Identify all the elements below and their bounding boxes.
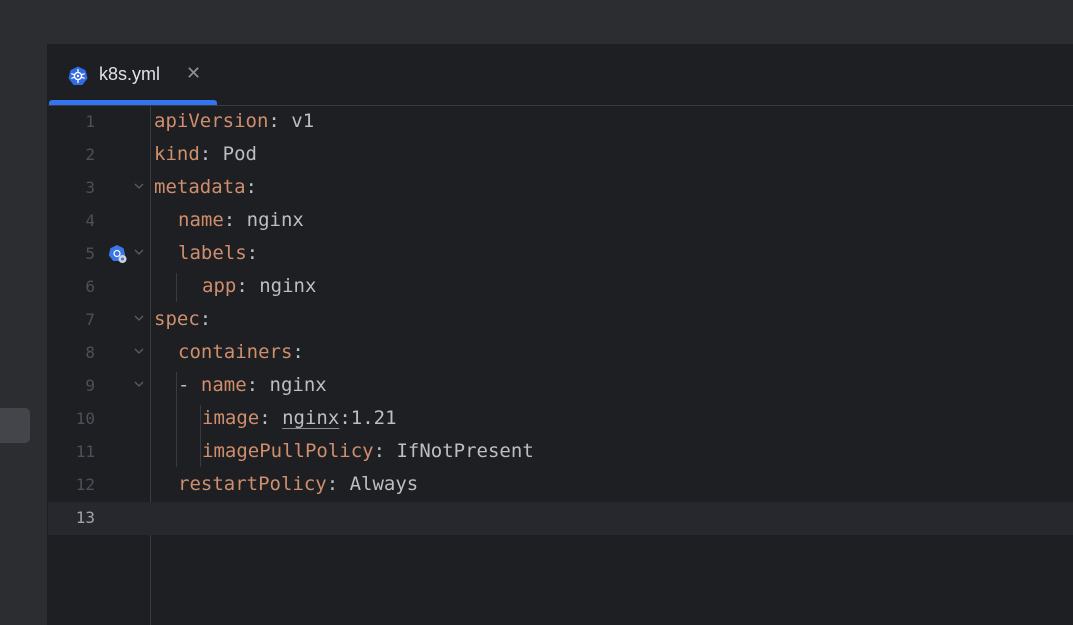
kubernetes-icon (68, 66, 88, 85)
yaml-colon: : (292, 341, 304, 363)
yaml-key: spec (154, 308, 200, 330)
code-line[interactable]: 9 - name: nginx (48, 370, 1073, 403)
chevron-down-icon[interactable] (132, 377, 146, 391)
code-line[interactable]: 3 metadata: (48, 172, 1073, 205)
yaml-value: nginx (235, 209, 304, 231)
yaml-colon: : (326, 473, 339, 495)
yaml-colon: : (236, 275, 248, 297)
code-line[interactable]: 12 restartPolicy: Always (48, 469, 1073, 502)
chevron-down-icon[interactable] (132, 344, 146, 358)
editor-tab-bar: k8s.yml ✕ (48, 44, 1073, 106)
yaml-key: labels (178, 242, 247, 264)
yaml-colon: : (259, 407, 271, 429)
line-content: app: nginx (202, 275, 316, 297)
line-content: spec: (154, 308, 211, 330)
yaml-key: app (202, 275, 237, 297)
chevron-down-icon[interactable] (132, 179, 146, 193)
code-line[interactable]: 13 (48, 502, 1073, 535)
yaml-colon: : (373, 440, 386, 462)
code-line[interactable]: 6 app: nginx (48, 271, 1073, 304)
yaml-value: v1 (279, 110, 315, 132)
line-content: image: nginx:1.21 (202, 407, 397, 429)
code-line[interactable]: 4 name: nginx (48, 205, 1073, 238)
line-number[interactable]: 7 (48, 310, 95, 329)
line-number[interactable]: 4 (48, 211, 95, 230)
yaml-value: nginx (258, 374, 327, 396)
code-line[interactable]: 11 imagePullPolicy: IfNotPresent (48, 436, 1073, 469)
tab-k8s-yml[interactable]: k8s.yml ✕ (48, 44, 217, 105)
yaml-key: kind (154, 143, 200, 165)
code-line[interactable]: 5 labels: (48, 238, 1073, 271)
yaml-key: metadata (154, 176, 246, 198)
kubernetes-label-icon[interactable] (108, 244, 128, 264)
line-number[interactable]: 13 (48, 508, 95, 527)
code-line[interactable]: 2 kind: Pod (48, 139, 1073, 172)
code-line[interactable]: 10 image: nginx:1.21 (48, 403, 1073, 436)
yaml-value (271, 407, 282, 429)
line-number[interactable]: 3 (48, 178, 95, 197)
line-number[interactable]: 6 (48, 277, 95, 296)
yaml-key: name (200, 374, 247, 396)
yaml-key: image (202, 407, 260, 429)
yaml-colon: : (223, 209, 236, 231)
yaml-value: :1.21 (339, 407, 397, 429)
code-line[interactable]: 7 spec: (48, 304, 1073, 337)
yaml-colon: : (245, 176, 257, 198)
indent-guide (176, 273, 177, 302)
yaml-key: name (178, 209, 224, 231)
line-number[interactable]: 1 (48, 112, 95, 131)
list-dash: - (178, 374, 201, 396)
left-tool-strip (0, 44, 48, 625)
line-content: metadata: (154, 176, 257, 198)
chevron-down-icon[interactable] (132, 311, 146, 325)
yaml-value: Always (338, 473, 419, 495)
indent-guide (200, 405, 201, 467)
yaml-value: nginx (247, 275, 317, 297)
tab-label: k8s.yml (99, 64, 161, 84)
tool-window-tab[interactable] (0, 408, 30, 443)
line-content: restartPolicy: Always (178, 473, 418, 495)
active-tab-indicator (49, 100, 217, 105)
yaml-colon: : (199, 308, 212, 330)
yaml-key: restartPolicy (178, 473, 327, 495)
yaml-colon: : (268, 110, 280, 132)
line-number[interactable]: 5 (48, 244, 95, 263)
title-bar (0, 0, 1073, 44)
line-content: containers: (178, 341, 304, 363)
yaml-colon: : (199, 143, 212, 165)
yaml-key: apiVersion (154, 110, 269, 132)
code-line[interactable]: 1 apiVersion: v1 (48, 106, 1073, 139)
yaml-value: IfNotPresent (385, 440, 534, 462)
line-content: - name: nginx (178, 374, 327, 396)
line-number[interactable]: 10 (48, 409, 95, 428)
line-content: name: nginx (178, 209, 304, 231)
indent-guide (176, 372, 177, 467)
line-number[interactable]: 2 (48, 145, 95, 164)
line-number[interactable]: 9 (48, 376, 95, 395)
line-content: kind: Pod (154, 143, 257, 165)
line-content: apiVersion: v1 (154, 110, 314, 132)
editor: k8s.yml ✕ 1 apiVersion: v1 2 kind: Pod 3 meta… (48, 44, 1073, 625)
yaml-value: Pod (211, 143, 257, 165)
line-number[interactable]: 12 (48, 475, 95, 494)
image-reference-link[interactable]: nginx (282, 407, 339, 429)
line-content: imagePullPolicy: IfNotPresent (202, 440, 534, 462)
close-icon[interactable]: ✕ (186, 63, 201, 84)
code-line[interactable]: 8 containers: (48, 337, 1073, 370)
yaml-colon: : (246, 242, 259, 264)
line-number[interactable]: 8 (48, 343, 95, 362)
yaml-key: containers (178, 341, 293, 363)
line-content: labels: (178, 242, 258, 264)
code-area[interactable]: 1 apiVersion: v1 2 kind: Pod 3 metadata: 4 name… (48, 106, 1073, 625)
yaml-colon: : (246, 374, 259, 396)
chevron-down-icon[interactable] (132, 245, 146, 259)
line-number[interactable]: 11 (48, 442, 95, 461)
yaml-key: imagePullPolicy (202, 440, 374, 462)
